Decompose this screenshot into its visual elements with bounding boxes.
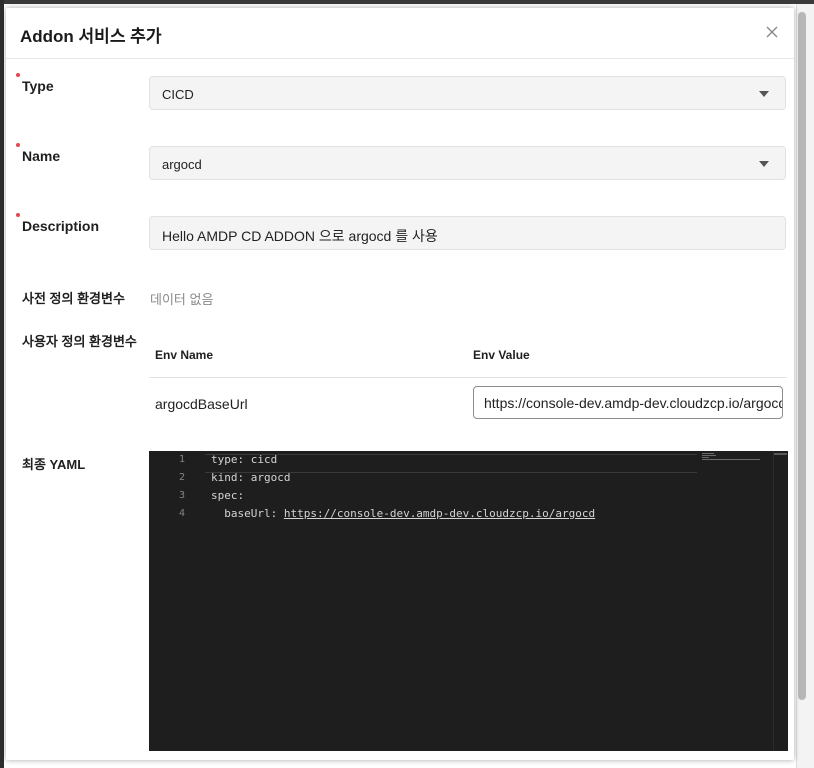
- code-text: spec:: [211, 489, 245, 502]
- name-select[interactable]: argocd: [149, 146, 786, 180]
- env-name-header: Env Name: [155, 348, 214, 362]
- env-table-divider: [149, 377, 787, 378]
- code-line: 1 type: cicd: [149, 453, 709, 473]
- description-label: Description: [22, 218, 100, 234]
- page-scrollbar-thumb[interactable]: [798, 12, 806, 700]
- close-icon[interactable]: [762, 22, 782, 42]
- env-value-text: https://console-dev.amdp-dev.cloudzcp.io…: [484, 395, 783, 411]
- env-value-header: Env Value: [473, 348, 530, 362]
- editor-scrollbar-marker: [774, 453, 787, 455]
- code-text: kind: argocd: [211, 471, 291, 484]
- predefined-env-label: 사전 정의 환경변수: [22, 291, 125, 306]
- env-value-input[interactable]: https://console-dev.amdp-dev.cloudzcp.io…: [473, 386, 783, 419]
- modal-header: Addon 서비스 추가: [6, 8, 794, 59]
- final-yaml-label: 최종 YAML: [22, 457, 86, 472]
- editor-scrollbar[interactable]: [773, 451, 788, 751]
- code-text: baseUrl: https://console-dev.amdp-dev.cl…: [211, 507, 595, 520]
- type-select-value: CICD: [162, 87, 194, 102]
- window-top-edge: [0, 0, 814, 4]
- chevron-down-icon: [759, 91, 769, 97]
- name-select-value: argocd: [162, 157, 202, 172]
- code-line: 2 kind: argocd: [149, 471, 709, 489]
- custom-env-label: 사용자 정의 환경변수: [22, 334, 137, 349]
- predefined-env-empty: 데이터 없음: [150, 292, 214, 307]
- env-name-cell: argocdBaseUrl: [155, 396, 248, 412]
- modal-title: Addon 서비스 추가: [20, 27, 162, 46]
- type-label: Type: [22, 78, 54, 94]
- yaml-editor[interactable]: 1 type: cicd 2 kind: argocd 3 spec: 4 ba…: [149, 451, 788, 751]
- addon-service-modal: Addon 서비스 추가 Type CICD Name argocd Descr…: [6, 8, 794, 760]
- type-select[interactable]: CICD: [149, 76, 786, 110]
- yaml-url-link[interactable]: https://console-dev.amdp-dev.cloudzcp.io…: [284, 507, 595, 520]
- required-marker: [16, 213, 20, 217]
- editor-minimap[interactable]: [702, 453, 764, 465]
- code-text: type: cicd: [211, 453, 278, 466]
- required-marker: [16, 73, 20, 77]
- description-value: Hello AMDP CD ADDON 으로 argocd 를 사용: [162, 228, 438, 244]
- name-label: Name: [22, 148, 61, 164]
- code-line: 3 spec:: [149, 489, 709, 507]
- code-line: 4 baseUrl: https://console-dev.amdp-dev.…: [149, 507, 709, 525]
- window-left-edge: [0, 0, 4, 768]
- yaml-key: baseUrl:: [211, 507, 284, 520]
- line-number: 4: [178, 508, 185, 519]
- line-number: 2: [178, 472, 185, 483]
- description-input[interactable]: Hello AMDP CD ADDON 으로 argocd 를 사용: [149, 216, 786, 250]
- line-number: 3: [178, 490, 185, 501]
- required-marker: [16, 143, 20, 147]
- chevron-down-icon: [759, 161, 769, 167]
- line-number: 1: [178, 454, 185, 465]
